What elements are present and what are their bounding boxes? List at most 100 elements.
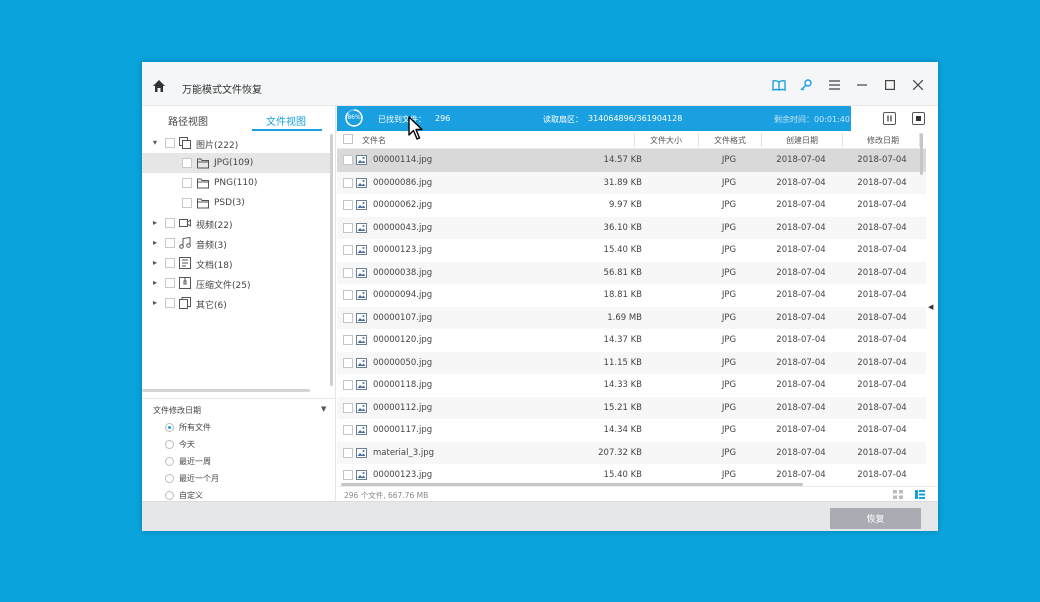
tree-checkbox[interactable] [182,198,192,208]
close-icon[interactable] [911,78,925,92]
list-view-icon[interactable] [915,490,925,499]
chevron-right-icon[interactable]: ▸ [153,258,157,267]
radio-button[interactable] [165,491,174,500]
row-checkbox[interactable] [343,267,353,278]
row-checkbox[interactable] [343,177,353,188]
table-row[interactable]: 00000062.jpg 9.97 KB JPG 2018-07-04 2018-07-… [337,194,926,217]
date-filter-panel: 文件修改日期 ▼ 所有文件 今天 最近一周 最近一个月 自定义 [142,398,336,500]
row-checkbox[interactable] [343,200,353,210]
table-row[interactable]: 00000038.jpg 56.81 KB JPG 2018-07-04 2018-07… [337,261,926,284]
tree-item-png[interactable]: PNG(110) [142,173,332,193]
cell-created-date: 2018-07-04 [776,402,826,413]
cell-modified-date: 2018-07-04 [857,447,907,458]
tree-item-other[interactable]: ▸ 其它(6) [142,293,332,313]
tree-checkbox[interactable] [165,218,175,228]
image-file-icon [356,222,367,233]
table-row[interactable]: 00000050.jpg 11.15 KB JPG 2018-07-04 2018-07… [337,351,926,374]
collapse-panel-icon[interactable]: ◀ [928,303,933,311]
home-icon[interactable] [152,79,166,93]
tree-checkbox[interactable] [165,278,175,288]
tree-item-images[interactable]: ▾ 图片(222) [142,133,332,153]
remaining-time: 剩余时间：00:01:40 [774,115,850,124]
column-header-name[interactable]: 文件名 [362,135,386,146]
tree-item-video[interactable]: ▸ 视频(22) [142,213,332,233]
tree-item-jpg[interactable]: JPG(109) [142,153,332,173]
row-checkbox[interactable] [343,470,353,480]
cell-file-format: JPG [721,380,737,390]
chevron-right-icon[interactable]: ▸ [153,238,157,247]
file-summary: 296 个文件, 667.76 MB [344,491,429,500]
stop-button[interactable] [912,112,925,125]
chevron-right-icon[interactable]: ▸ [153,298,157,307]
table-row[interactable]: 00000114.jpg 14.57 KB JPG 2018-07-04 2018-07… [337,149,926,172]
tree-checkbox[interactable] [165,138,175,148]
folder-icon [197,198,209,209]
tree-checkbox[interactable] [165,238,175,248]
row-checkbox[interactable] [343,290,353,300]
table-row[interactable]: 00000107.jpg 1.69 MB JPG 2018-07-04 2018-07-… [337,306,926,329]
table-row[interactable]: 00000117.jpg 14.34 KB JPG 2018-07-04 2018-07… [337,419,926,442]
key-icon[interactable] [798,78,812,92]
cell-file-format: JPG [721,312,737,323]
row-checkbox[interactable] [343,380,353,390]
tree-checkbox[interactable] [165,258,175,268]
table-row[interactable]: 00000123.jpg 15.40 KB JPG 2018-07-04 2018-07… [337,464,926,484]
table-row[interactable]: 00000086.jpg 31.89 KB JPG 2018-07-04 2018-07… [337,171,926,194]
row-checkbox[interactable] [343,425,353,435]
row-checkbox[interactable] [343,402,353,413]
tree-checkbox[interactable] [165,298,175,308]
table-row[interactable]: material_3.jpg 207.32 KB JPG 2018-07-04 2018… [337,441,926,464]
tree-item-psd[interactable]: PSD(3) [142,193,332,213]
sidebar-horizontal-scrollbar[interactable] [142,389,310,392]
row-checkbox[interactable] [343,357,353,368]
chevron-down-icon[interactable]: ▼ [321,405,326,413]
column-header-modified[interactable]: 修改日期 [867,135,899,146]
table-row[interactable]: 00000120.jpg 14.37 KB JPG 2018-07-04 2018-07… [337,329,926,352]
pause-button[interactable] [883,112,896,125]
chevron-right-icon[interactable]: ▸ [153,218,157,227]
menu-icon[interactable] [827,78,841,92]
maximize-icon[interactable] [883,78,897,92]
sidebar-vertical-scrollbar[interactable] [330,134,333,386]
column-header-format[interactable]: 文件格式 [714,135,746,146]
tree-item-audio[interactable]: ▸ 音频(3) [142,233,332,253]
select-all-checkbox[interactable] [343,134,353,144]
tab-file-view[interactable]: 文件视图 [266,113,306,128]
grid-view-icon[interactable] [893,490,903,499]
column-divider [698,133,699,147]
radio-button[interactable] [165,423,174,432]
stop-icon [916,116,921,121]
table-row[interactable]: 00000123.jpg 15.40 KB JPG 2018-07-04 2018-07… [337,239,926,262]
image-file-icon [356,177,367,188]
cell-modified-date: 2018-07-04 [857,267,907,278]
chevron-down-icon[interactable]: ▾ [153,138,157,147]
tab-path-view[interactable]: 路径视图 [168,113,208,128]
radio-button[interactable] [165,440,174,449]
tree-checkbox[interactable] [182,178,192,188]
row-checkbox[interactable] [343,335,353,345]
row-checkbox[interactable] [343,155,353,165]
recover-button[interactable]: 恢复 [830,508,921,529]
table-row[interactable]: 00000043.jpg 36.10 KB JPG 2018-07-04 2018-07… [337,216,926,239]
radio-button[interactable] [165,474,174,483]
table-row[interactable]: 00000094.jpg 18.81 KB JPG 2018-07-04 2018-07… [337,284,926,307]
row-checkbox[interactable] [343,447,353,458]
chevron-right-icon[interactable]: ▸ [153,278,157,287]
table-vertical-scrollbar[interactable] [920,133,923,175]
radio-button[interactable] [165,457,174,466]
table-row[interactable]: 00000118.jpg 14.33 KB JPG 2018-07-04 2018-07… [337,374,926,397]
column-header-size[interactable]: 文件大小 [650,135,682,146]
row-checkbox[interactable] [343,312,353,323]
tree-checkbox[interactable] [182,158,192,168]
tree-item-archives[interactable]: ▸ 压缩文件(25) [142,273,332,293]
cell-file-size: 9.97 KB [608,200,642,210]
cell-modified-date: 2018-07-04 [857,470,907,480]
cell-created-date: 2018-07-04 [776,470,826,480]
row-checkbox[interactable] [343,245,353,255]
table-row[interactable]: 00000112.jpg 15.21 KB JPG 2018-07-04 2018-07… [337,396,926,419]
minimize-icon[interactable] [855,78,869,92]
book-icon[interactable] [772,78,786,92]
column-header-created[interactable]: 创建日期 [786,135,818,146]
tree-item-documents[interactable]: ▸ 文档(18) [142,253,332,273]
row-checkbox[interactable] [343,222,353,233]
